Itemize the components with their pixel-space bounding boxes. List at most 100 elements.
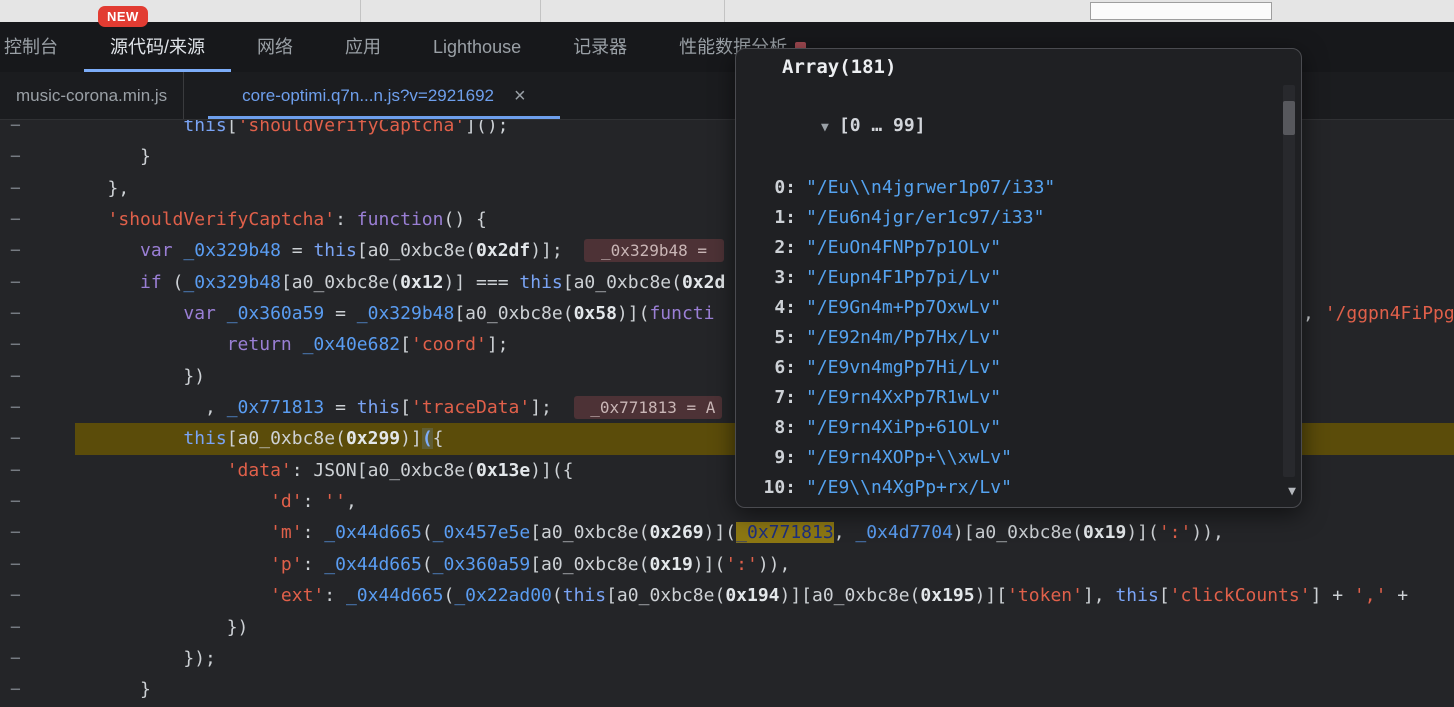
breakpoint-gutter[interactable]: −: [0, 235, 75, 266]
code-line-text: }: [75, 679, 151, 700]
breakpoint-gutter[interactable]: −: [0, 141, 75, 172]
code-token: [75, 303, 183, 324]
code-token: '': [324, 491, 346, 512]
code-token: [75, 272, 140, 293]
devtools-tab-0[interactable]: 控制台: [0, 22, 84, 72]
code-token: [a0_0xbc8e(: [530, 554, 649, 575]
array-value: "/E9Gn4m+Pp7OxwLv": [806, 297, 1001, 318]
code-line[interactable]: − 'm': _0x44d665(_0x457e5e[a0_0xbc8e(0x2…: [0, 517, 1454, 548]
highlighted-token[interactable]: _0x771813: [736, 522, 834, 543]
code-token: (: [422, 554, 433, 575]
devtools-tab-2[interactable]: 网络: [231, 22, 319, 72]
code-token: [a0_0xbc8e(: [227, 428, 346, 449]
breakpoint-gutter[interactable]: −: [0, 392, 75, 423]
popup-title: Array(181): [736, 49, 1301, 81]
code-token: [75, 585, 270, 606]
code-token: {: [433, 428, 444, 449]
code-token: [: [400, 397, 411, 418]
code-token: _0x40e682: [303, 334, 401, 355]
code-line-tail: , '/ggpn4FiPpg: [1303, 298, 1454, 329]
code-line-text: 'p': _0x44d665(_0x360a59[a0_0xbc8e(0x19)…: [75, 554, 790, 575]
breakpoint-gutter[interactable]: −: [0, 549, 75, 580]
code-token: },: [75, 178, 129, 199]
file-tab-1[interactable]: core-optimi.q7n...n.js?v=2921692×: [208, 72, 560, 119]
code-token: 'm': [270, 522, 303, 543]
file-tab-0[interactable]: music-corona.min.js: [0, 72, 184, 119]
devtools-tab-5[interactable]: 记录器: [547, 22, 653, 72]
code-token: });: [75, 648, 216, 669]
breakpoint-gutter[interactable]: −: [0, 173, 75, 204]
array-value: "/Eu\\n4jgrwer1p07/i33": [806, 177, 1055, 198]
code-token: :: [324, 585, 346, 606]
array-index: 9:: [736, 443, 796, 473]
close-icon[interactable]: ×: [514, 86, 526, 106]
breakpoint-gutter[interactable]: −: [0, 329, 75, 360]
code-token: [a0_0xbc8e(: [530, 522, 649, 543]
array-index: 5:: [736, 323, 796, 353]
code-token: (: [444, 585, 455, 606]
tab-label: 记录器: [573, 22, 627, 72]
code-token: var: [140, 240, 173, 261]
devtools-tab-3[interactable]: 应用: [319, 22, 407, 72]
code-token: (: [422, 428, 433, 449]
code-token: [: [400, 334, 411, 355]
code-token: 0x12: [400, 272, 443, 293]
devtools-tab-1[interactable]: 源代码/来源: [84, 22, 231, 72]
code-line[interactable]: − }): [0, 612, 1454, 643]
array-item: 0:"/Eu\\n4jgrwer1p07/i33": [736, 173, 1301, 203]
code-token: [a0_0xbc8e(: [606, 585, 725, 606]
code-token: :: [303, 491, 325, 512]
code-token: )](: [693, 554, 726, 575]
code-token: [a0_0xbc8e(: [454, 303, 573, 324]
array-value: "/E9vn4mgPp7Hi/Lv": [806, 357, 1001, 378]
breakpoint-gutter[interactable]: −: [0, 423, 75, 454]
breakpoint-gutter[interactable]: −: [0, 674, 75, 705]
code-token: 'data': [227, 460, 292, 481]
scroll-down-icon[interactable]: ▼: [1288, 484, 1296, 499]
breakpoint-gutter[interactable]: −: [0, 517, 75, 548]
strip-divider: [724, 0, 725, 22]
code-token: =: [324, 303, 357, 324]
code-line[interactable]: − }: [0, 674, 1454, 705]
code-line[interactable]: − });: [0, 643, 1454, 674]
breakpoint-gutter[interactable]: −: [0, 580, 75, 611]
code-token: [75, 554, 270, 575]
code-line[interactable]: − 'p': _0x44d665(_0x360a59[a0_0xbc8e(0x1…: [0, 549, 1454, 580]
code-token: () {: [443, 209, 486, 230]
code-token: _0x44d665: [324, 554, 422, 575]
code-token: [75, 522, 270, 543]
breakpoint-gutter[interactable]: −: [0, 455, 75, 486]
code-token: ,: [834, 522, 856, 543]
array-value: "/Eupn4F1Pp7pi/Lv": [806, 267, 1001, 288]
array-value: "/Eu6n4jgr/er1c97/i33": [806, 207, 1044, 228]
breakpoint-gutter[interactable]: −: [0, 298, 75, 329]
breakpoint-gutter[interactable]: −: [0, 204, 75, 235]
code-token: 0x299: [346, 428, 400, 449]
code-token: 'token': [1007, 585, 1083, 606]
devtools-tab-4[interactable]: Lighthouse: [407, 22, 547, 72]
breakpoint-gutter[interactable]: −: [0, 612, 75, 643]
breakpoint-gutter[interactable]: −: [0, 486, 75, 517]
code-token: _0x457e5e: [433, 522, 531, 543]
breakpoint-gutter[interactable]: −: [0, 361, 75, 392]
array-index: 3:: [736, 263, 796, 293]
breakpoint-gutter[interactable]: −: [0, 643, 75, 674]
array-range-expander[interactable]: ▼[0 … 99]: [736, 81, 1301, 173]
breakpoint-gutter[interactable]: −: [0, 267, 75, 298]
strip-divider: [360, 0, 361, 22]
code-token: }): [75, 366, 205, 387]
tab-label: 控制台: [4, 22, 58, 72]
code-token: :: [303, 522, 325, 543]
array-item: 5:"/E92n4m/Pp7Hx/Lv": [736, 323, 1301, 353]
popup-scrollbar-track[interactable]: [1283, 85, 1295, 477]
popup-scrollbar-thumb[interactable]: [1283, 101, 1295, 135]
code-token: 'p': [270, 554, 303, 575]
code-line-text: }: [75, 146, 151, 167]
code-line[interactable]: − 'ext': _0x44d665(_0x22ad00(this[a0_0xb…: [0, 580, 1454, 611]
code-token: [75, 491, 270, 512]
chevron-down-icon[interactable]: ▼: [821, 120, 829, 135]
code-token: _0x22ad00: [454, 585, 552, 606]
code-token: this: [1115, 585, 1158, 606]
code-token: [a0_0xbc8e(: [357, 240, 476, 261]
tab-label: 应用: [345, 22, 381, 72]
